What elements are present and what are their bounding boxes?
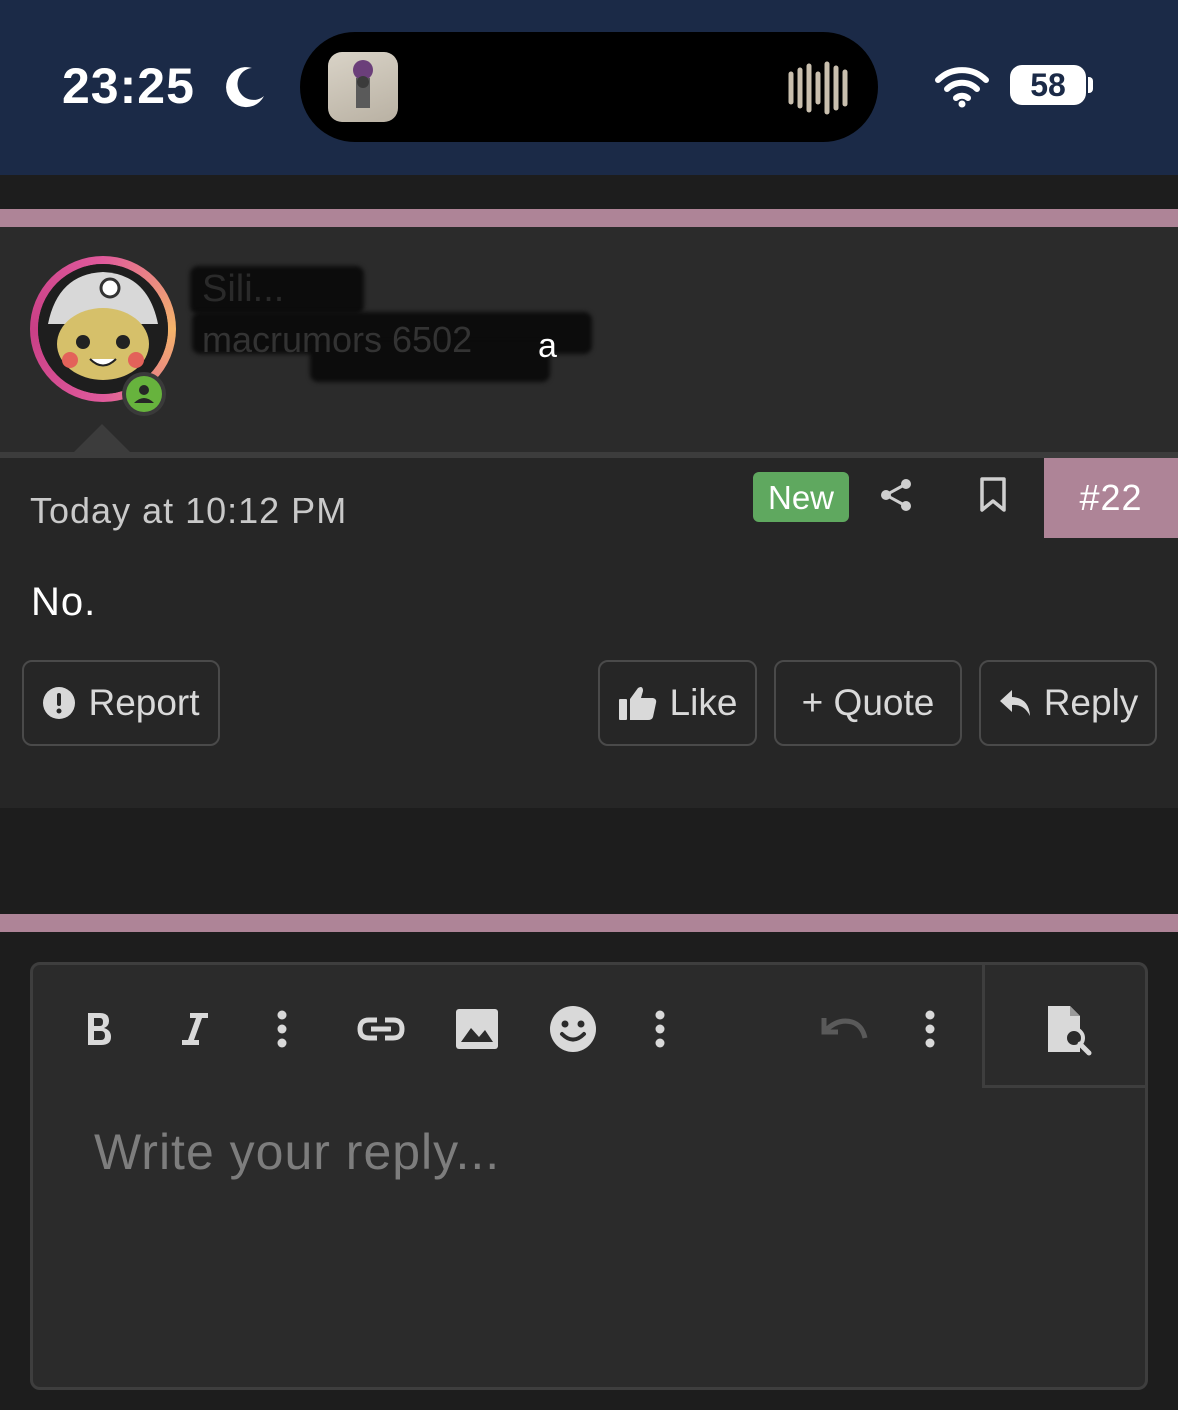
quote-label: + Quote [801, 682, 935, 723]
bookmark-icon[interactable] [978, 476, 1008, 514]
thumbs-up-icon [618, 687, 656, 720]
battery-cap [1088, 77, 1093, 93]
user-title: macrumors 6502 [202, 319, 473, 360]
editor-top-accent-bar [0, 914, 1178, 932]
wifi-icon [935, 67, 989, 108]
quote-button[interactable]: + Quote [774, 660, 962, 746]
vertical-dots-icon [925, 1010, 935, 1048]
more-editor-options-button[interactable] [912, 1004, 948, 1054]
insert-emoji-button[interactable] [548, 1004, 598, 1054]
vertical-dots-icon [655, 1010, 665, 1048]
more-text-options-button[interactable] [264, 1004, 300, 1054]
italic-button[interactable] [172, 1004, 218, 1054]
preview-button[interactable] [1042, 1002, 1094, 1058]
post-date[interactable]: Today at 10:12 PM [30, 490, 347, 532]
insert-link-button[interactable] [354, 1004, 408, 1054]
bold-icon [88, 1013, 111, 1045]
reply-label: Reply [1043, 682, 1139, 723]
post-top-accent-bar [0, 209, 1178, 227]
like-button[interactable]: Like [598, 660, 757, 746]
post-number-link[interactable]: #22 [1044, 458, 1178, 538]
image-icon [456, 1009, 498, 1049]
post-message: No. [31, 580, 97, 624]
battery-level: 58 [1010, 65, 1086, 105]
report-label: Report [88, 682, 200, 723]
insert-image-button[interactable] [454, 1004, 500, 1054]
undo-button[interactable] [816, 1004, 870, 1054]
user-title-tail: a [538, 327, 557, 365]
vertical-dots-icon [277, 1010, 287, 1048]
document-search-icon [1048, 1006, 1092, 1056]
undo-icon [821, 1018, 868, 1039]
share-icon[interactable] [878, 476, 916, 514]
status-time: 23:25 [62, 58, 195, 114]
user-pointer-arrow [72, 424, 132, 454]
username[interactable]: Sili... [202, 267, 362, 311]
report-button[interactable]: Report [22, 660, 220, 746]
album-art-thumbnail[interactable] [328, 52, 398, 122]
reply-button[interactable]: Reply [979, 660, 1157, 746]
moon-icon [226, 67, 264, 108]
more-insert-options-button[interactable] [642, 1004, 678, 1054]
smiley-icon [550, 1006, 596, 1052]
like-label: Like [669, 682, 738, 723]
italic-icon [182, 1013, 208, 1045]
exclamation-circle-icon [43, 687, 76, 719]
audio-waveform-icon [788, 61, 848, 115]
online-status-icon [126, 376, 162, 412]
bold-button[interactable] [76, 1004, 122, 1054]
link-icon [357, 1017, 405, 1041]
reply-input-placeholder[interactable]: Write your reply... [94, 1122, 500, 1182]
new-badge: New [753, 472, 849, 522]
reply-arrow-icon [999, 690, 1030, 716]
